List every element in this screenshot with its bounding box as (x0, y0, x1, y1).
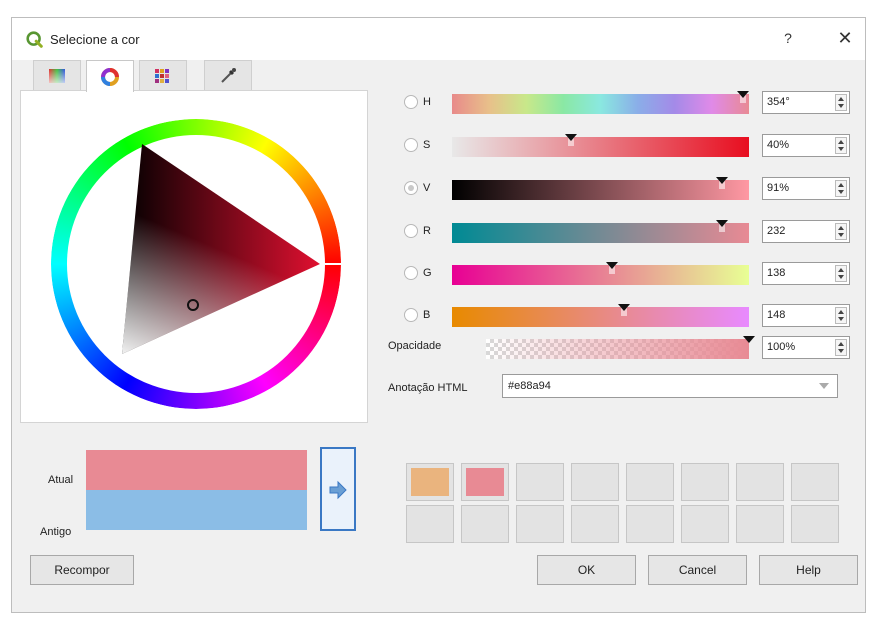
reset-button[interactable]: Recompor (30, 555, 134, 585)
swatch-cell[interactable] (791, 505, 839, 543)
swatch-fill (466, 468, 504, 496)
title-bar: Selecione a cor ? ✕ (12, 18, 865, 60)
channel-spinbox-v[interactable]: 91% (762, 177, 850, 200)
eyedropper-icon (221, 67, 236, 83)
channel-slider-b[interactable] (452, 304, 749, 327)
channel-value-v: 91% (767, 182, 790, 194)
channel-radio-b[interactable] (404, 308, 418, 322)
html-notation-value: #e88a94 (508, 380, 551, 392)
swatch-cell[interactable] (681, 505, 729, 543)
ok-button[interactable]: OK (537, 555, 636, 585)
channel-label-b: B (423, 309, 431, 321)
spin-arrows-icon[interactable] (835, 180, 847, 197)
swatch-cell[interactable] (571, 463, 619, 501)
swatch-cell[interactable] (516, 505, 564, 543)
swatches-tab-icon (155, 68, 169, 83)
color-wheel-panel (20, 90, 368, 423)
channel-slider-v[interactable] (452, 177, 749, 200)
channel-slider-g[interactable] (452, 262, 749, 285)
channel-label-g: G (423, 267, 432, 279)
channel-handle-s[interactable] (564, 134, 577, 141)
dialog-title: Selecione a cor (50, 32, 140, 47)
tab-color-picker[interactable] (204, 60, 252, 90)
html-notation-label: Anotação HTML (388, 382, 468, 394)
opacity-slider[interactable] (486, 336, 755, 359)
channel-handle-v[interactable] (716, 177, 729, 184)
old-color-swatch[interactable] (86, 490, 307, 530)
channel-value-h: 354° (767, 96, 790, 108)
channel-value-b: 148 (767, 309, 786, 321)
swatch-cell[interactable] (626, 505, 674, 543)
swatch-cell[interactable] (406, 505, 454, 543)
opacity-value: 100% (767, 341, 796, 353)
channel-slider-s[interactable] (452, 134, 749, 157)
opacity-handle[interactable] (743, 336, 755, 343)
help-button[interactable]: Help (759, 555, 858, 585)
spin-arrows-icon[interactable] (835, 265, 847, 282)
spin-arrows-icon[interactable] (835, 94, 847, 111)
channel-handle-r[interactable] (716, 220, 729, 227)
channel-spinbox-b[interactable]: 148 (762, 304, 850, 327)
channel-value-s: 40% (767, 139, 790, 151)
html-notation-combo[interactable]: #e88a94 (502, 374, 838, 398)
spin-arrows-icon[interactable] (835, 137, 847, 154)
swatch-cell[interactable] (461, 505, 509, 543)
help-icon[interactable]: ? (780, 30, 796, 46)
channel-label-h: H (423, 96, 431, 108)
swatch-cell[interactable] (406, 463, 454, 501)
swatch-cell[interactable] (681, 463, 729, 501)
tab-swatches[interactable] (139, 60, 187, 90)
channel-label-s: S (423, 139, 431, 151)
spin-arrows-icon[interactable] (835, 307, 847, 324)
swatch-cell[interactable] (461, 463, 509, 501)
channel-radio-s[interactable] (404, 138, 418, 152)
swatch-cell[interactable] (516, 463, 564, 501)
spin-arrows-icon[interactable] (835, 223, 847, 240)
add-to-swatches-button[interactable] (320, 447, 356, 531)
color-wheel[interactable] (21, 91, 367, 422)
swatch-cell[interactable] (571, 505, 619, 543)
channel-value-g: 138 (767, 267, 786, 279)
channel-label-v: V (423, 182, 431, 194)
channel-spinbox-r[interactable]: 232 (762, 220, 850, 243)
tab-color-wheel[interactable] (86, 60, 134, 92)
channel-spinbox-g[interactable]: 138 (762, 262, 850, 285)
channel-radio-r[interactable] (404, 224, 418, 238)
channel-radio-v[interactable] (404, 181, 418, 195)
color-ramp-tab-icon (49, 68, 65, 83)
channel-label-r: R (423, 225, 431, 237)
channel-radio-g[interactable] (404, 266, 418, 280)
chevron-down-icon[interactable] (819, 383, 829, 389)
old-color-label: Antigo (40, 526, 72, 538)
swatch-cell[interactable] (791, 463, 839, 501)
channel-spinbox-s[interactable]: 40% (762, 134, 850, 157)
close-icon[interactable]: ✕ (836, 28, 854, 49)
color-wheel-tab-icon (101, 67, 119, 86)
current-color-swatch (86, 450, 307, 491)
channel-handle-h[interactable] (737, 91, 750, 98)
swatch-cell[interactable] (626, 463, 674, 501)
cancel-button[interactable]: Cancel (648, 555, 747, 585)
channel-slider-r[interactable] (452, 220, 749, 243)
channel-value-r: 232 (767, 225, 786, 237)
arrow-right-icon (329, 480, 347, 500)
spin-arrows-icon[interactable] (835, 339, 847, 356)
tab-color-ramp[interactable] (33, 60, 81, 90)
current-color-label: Atual (48, 474, 74, 486)
channel-handle-g[interactable] (606, 262, 619, 269)
channel-spinbox-h[interactable]: 354° (762, 91, 850, 114)
qgis-logo-icon (26, 31, 43, 48)
swatch-fill (411, 468, 449, 496)
channel-slider-h[interactable] (452, 91, 750, 114)
channel-radio-h[interactable] (404, 95, 418, 109)
swatch-cell[interactable] (736, 505, 784, 543)
channel-handle-b[interactable] (618, 304, 631, 311)
opacity-spinbox[interactable]: 100% (762, 336, 850, 359)
swatch-cell[interactable] (736, 463, 784, 501)
opacity-label: Opacidade (388, 340, 442, 352)
